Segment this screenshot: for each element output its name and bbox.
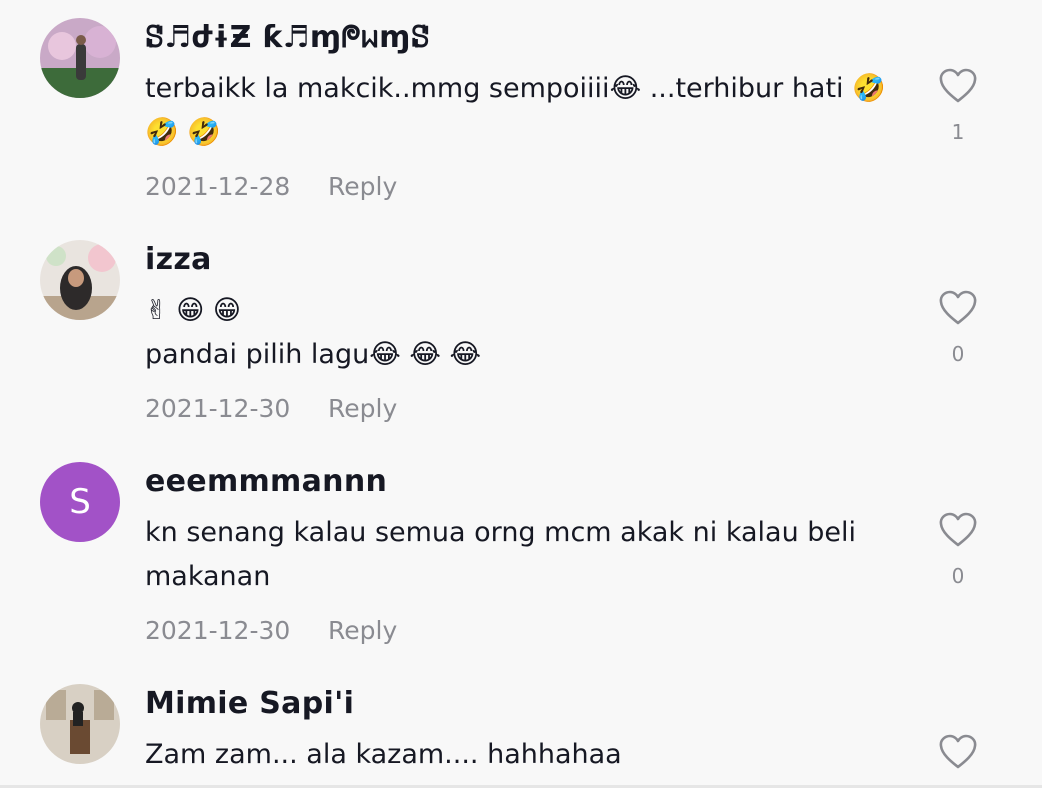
heart-outline-icon: [939, 290, 977, 325]
avatar[interactable]: S: [40, 462, 120, 542]
like-count: 0: [951, 564, 965, 588]
comment-date: 2021-12-30: [145, 394, 291, 423]
comment-text: terbaikk la makcik..mmg sempoiiii😂 ...te…: [145, 73, 886, 148]
like-count: 1: [951, 120, 965, 144]
avatar-photo: [40, 240, 120, 320]
avatar[interactable]: [40, 240, 120, 320]
avatar-photo: [40, 684, 120, 764]
reply-button[interactable]: Reply: [328, 172, 397, 201]
comment-text: Zam zam... ala kazam.... hahhahaa: [145, 739, 622, 770]
heart-outline-icon: [939, 68, 977, 103]
comment-username[interactable]: izza: [145, 242, 212, 277]
comment-date: 2021-12-30: [145, 616, 291, 645]
comment-username[interactable]: ꗟ♬ժɨƵ ƙ♬ɱᖘᥕɱꗟ: [145, 20, 430, 55]
reply-button[interactable]: Reply: [328, 394, 397, 423]
like-button[interactable]: [938, 734, 978, 770]
reply-button[interactable]: Reply: [328, 616, 397, 645]
avatar[interactable]: [40, 18, 120, 98]
like-button[interactable]: [938, 512, 978, 548]
heart-outline-icon: [939, 734, 977, 769]
avatar[interactable]: [40, 684, 120, 764]
comment-list: ꗟ♬ժɨƵ ƙ♬ɱᖘᥕɱꗟ terbaikk la makcik..mmg se…: [0, 0, 1042, 788]
heart-outline-icon: [939, 512, 977, 547]
comment-username[interactable]: Mimie Sapi'i: [145, 686, 354, 721]
like-button[interactable]: [938, 290, 978, 326]
comment-date: 2021-12-28: [145, 172, 291, 201]
like-button[interactable]: [938, 68, 978, 104]
avatar-photo: [40, 18, 120, 98]
comment-username[interactable]: eeemmmannn: [145, 464, 387, 499]
comment-text: ✌ 😁 😁 pandai pilih lagu😂 😂 😂: [145, 295, 482, 370]
like-count: 0: [951, 342, 965, 366]
comment-text: kn senang kalau semua orng mcm akak ni k…: [145, 517, 857, 592]
